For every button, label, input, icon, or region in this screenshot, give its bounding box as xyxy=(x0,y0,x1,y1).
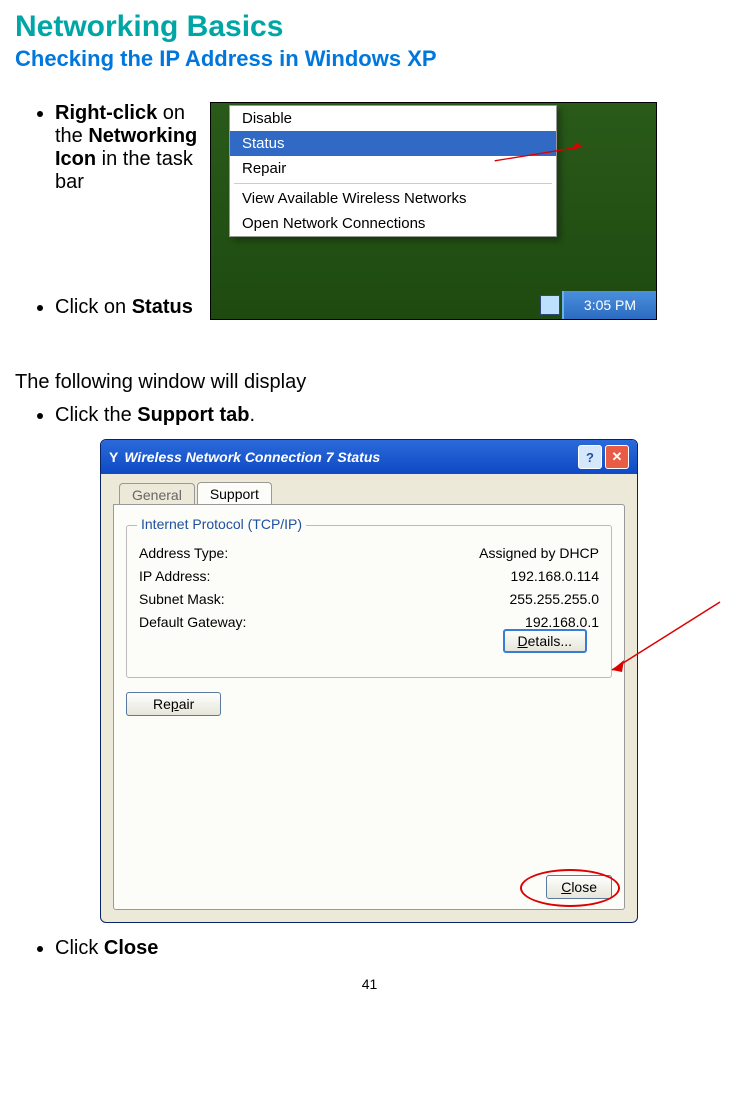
dialog-titlebar: Y Wireless Network Connection 7 Status ?… xyxy=(101,440,637,474)
status-dialog: Y Wireless Network Connection 7 Status ?… xyxy=(100,439,638,923)
step-2: Click on Status xyxy=(55,296,210,319)
step3-text1: Click the xyxy=(55,404,137,426)
taskbar-clock: 3:05 PM xyxy=(562,291,656,319)
step3-bold: Support tab xyxy=(137,404,249,426)
addr-type-value: Assigned by DHCP xyxy=(479,545,599,561)
page-title: Networking Basics xyxy=(15,10,724,44)
menu-item-open-connections[interactable]: Open Network Connections xyxy=(230,211,556,236)
gw-label: Default Gateway: xyxy=(139,614,246,630)
support-panel: Internet Protocol (TCP/IP) Address Type:… xyxy=(113,504,625,910)
context-menu-screenshot: Disable Status Repair View Available Wir… xyxy=(210,102,657,320)
menu-item-repair[interactable]: Repair xyxy=(230,156,556,181)
step1-bold1: Right-click xyxy=(55,102,157,124)
page-subtitle: Checking the IP Address in Windows XP xyxy=(15,46,724,72)
middle-text: The following window will display xyxy=(15,371,724,394)
menu-item-disable[interactable]: Disable xyxy=(230,106,556,131)
step-3: Click the Support tab. xyxy=(55,404,724,427)
tab-strip: General Support xyxy=(113,482,625,505)
menu-separator xyxy=(234,183,552,184)
menu-item-status[interactable]: Status xyxy=(230,131,556,156)
step-1: Right-click on the Networking Icon in th… xyxy=(55,102,210,194)
details-button[interactable]: Details... xyxy=(503,629,587,653)
help-button[interactable]: ? xyxy=(578,445,602,469)
gw-value: 192.168.0.1 xyxy=(525,614,599,630)
close-x-button[interactable]: ✕ xyxy=(605,445,629,469)
ip-value: 192.168.0.114 xyxy=(511,568,600,584)
step4-bold: Close xyxy=(104,937,158,959)
dialog-title: Wireless Network Connection 7 Status xyxy=(124,449,380,465)
step4-text: Click xyxy=(55,937,104,959)
tab-general[interactable]: General xyxy=(119,483,195,506)
group-title: Internet Protocol (TCP/IP) xyxy=(137,516,306,532)
step-4: Click Close xyxy=(55,937,724,960)
tab-support[interactable]: Support xyxy=(197,482,272,505)
repair-button[interactable]: Repair xyxy=(126,692,221,716)
wireless-icon: Y xyxy=(109,449,118,465)
mask-label: Subnet Mask: xyxy=(139,591,225,607)
context-menu: Disable Status Repair View Available Wir… xyxy=(229,105,557,237)
menu-item-view-networks[interactable]: View Available Wireless Networks xyxy=(230,186,556,211)
tcpip-group: Internet Protocol (TCP/IP) Address Type:… xyxy=(126,525,612,678)
ip-label: IP Address: xyxy=(139,568,210,584)
tray-network-icon[interactable] xyxy=(540,295,560,315)
annotation-arrow-icon xyxy=(602,600,722,690)
step2-bold: Status xyxy=(132,296,193,318)
step2-text: Click on xyxy=(55,296,132,318)
addr-type-label: Address Type: xyxy=(139,545,228,561)
mask-value: 255.255.255.0 xyxy=(509,591,599,607)
close-button[interactable]: Close xyxy=(546,875,612,899)
page-number: 41 xyxy=(15,976,724,992)
step3-post: . xyxy=(249,404,255,426)
